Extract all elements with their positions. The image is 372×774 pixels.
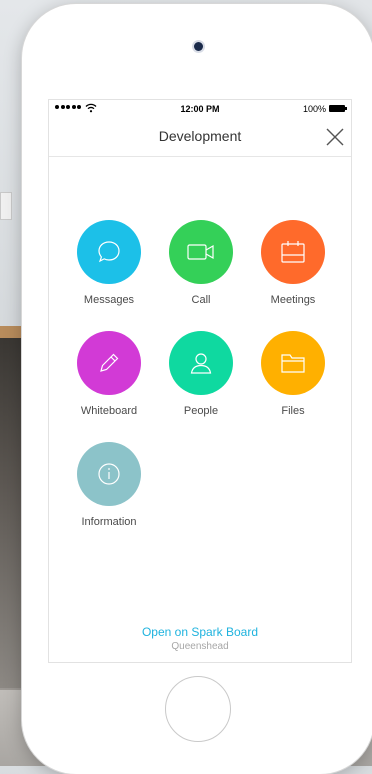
- person-icon: [190, 353, 212, 374]
- pencil-icon: [100, 353, 119, 372]
- phone-frame: 12:00 PM 100% Development Messages Call …: [22, 4, 372, 774]
- tile-label-messages: Messages: [83, 294, 135, 306]
- home-button[interactable]: [165, 676, 231, 742]
- tile-label-people: People: [183, 405, 219, 417]
- app-grid: Messages Call Meetings Whiteboard People…: [49, 100, 351, 662]
- tile-people[interactable]: People: [156, 331, 246, 426]
- tile-whiteboard[interactable]: Whiteboard: [64, 331, 154, 426]
- people-circle: [169, 331, 233, 395]
- front-camera: [194, 42, 203, 51]
- wall-outlet: [0, 192, 12, 220]
- open-on-spark-board-link[interactable]: Open on Spark Board: [49, 625, 351, 639]
- tile-files[interactable]: Files: [248, 331, 338, 426]
- whiteboard-circle: [77, 331, 141, 395]
- calendar-icon: [281, 241, 305, 263]
- tile-label-whiteboard: Whiteboard: [80, 405, 138, 417]
- tile-label-information: Information: [81, 516, 137, 528]
- spark-board-name: Queenshead: [171, 641, 229, 652]
- folder-icon: [281, 354, 305, 373]
- call-circle: [169, 220, 233, 284]
- chat-bubble-icon: [98, 241, 120, 263]
- app-screen: 12:00 PM 100% Development Messages Call …: [48, 99, 352, 663]
- messages-circle: [77, 220, 141, 284]
- video-camera-icon: [187, 244, 214, 260]
- tile-call[interactable]: Call: [156, 220, 246, 315]
- meetings-circle: [261, 220, 325, 284]
- tile-information[interactable]: Information: [64, 442, 154, 537]
- tile-messages[interactable]: Messages: [64, 220, 154, 315]
- files-circle: [261, 331, 325, 395]
- tile-label-call: Call: [191, 294, 211, 306]
- tile-meetings[interactable]: Meetings: [248, 220, 338, 315]
- info-icon: [98, 463, 120, 485]
- information-circle: [77, 442, 141, 506]
- tile-label-meetings: Meetings: [270, 294, 316, 306]
- tile-label-files: Files: [281, 405, 305, 417]
